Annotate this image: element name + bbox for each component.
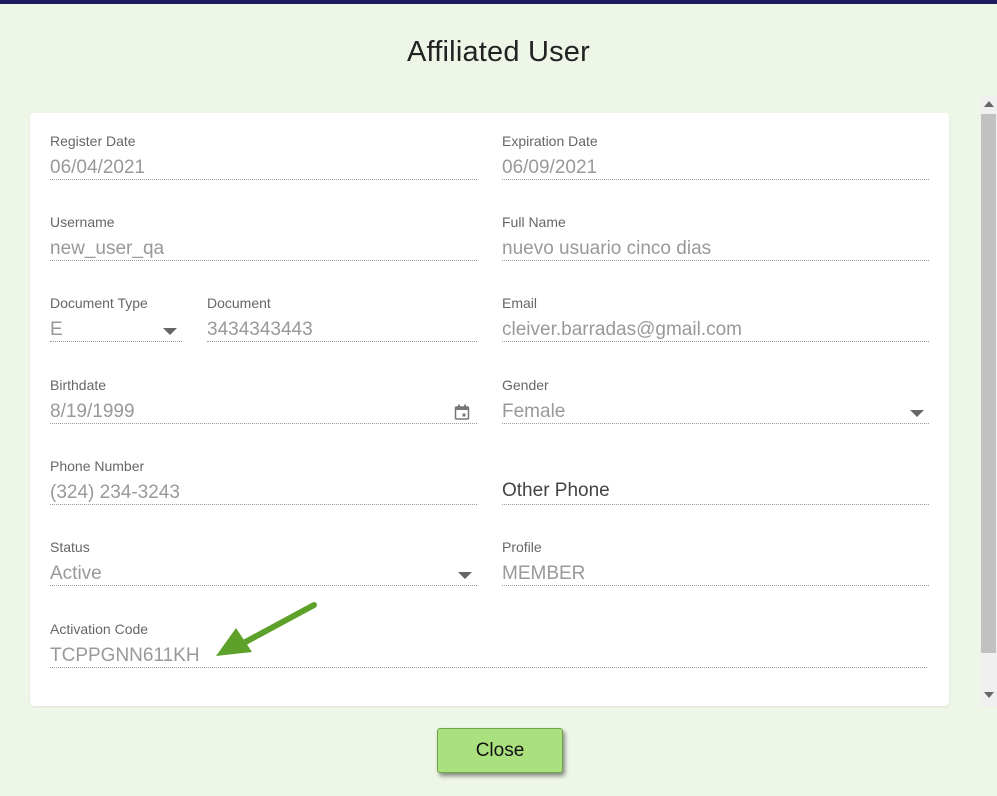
status-value: Active	[50, 563, 102, 584]
chevron-down-icon[interactable]	[910, 410, 924, 417]
scrollbar-thumb[interactable]	[981, 114, 996, 653]
username-label: Username	[50, 214, 115, 230]
calendar-icon[interactable]	[454, 404, 470, 420]
profile-value: MEMBER	[502, 563, 586, 584]
gender-label: Gender	[502, 377, 549, 393]
field-underline	[502, 585, 929, 586]
username-value: new_user_qa	[50, 238, 165, 259]
field-underline	[50, 667, 927, 668]
document-label: Document	[207, 295, 271, 311]
email-label: Email	[502, 295, 538, 311]
scroll-down-icon[interactable]	[984, 692, 994, 698]
full-name-label: Full Name	[502, 214, 566, 230]
scroll-up-icon[interactable]	[984, 101, 994, 107]
full-name-field[interactable]: Full Name nuevo usuario cinco dias	[502, 214, 929, 264]
phone-number-value: (324) 234-3243	[50, 482, 180, 503]
field-underline	[502, 341, 929, 342]
dialog-title: Affiliated User	[407, 36, 590, 68]
field-underline	[502, 179, 929, 180]
status-select[interactable]: Status Active	[50, 539, 477, 589]
email-value: cleiver.barradas@gmail.com	[502, 319, 742, 340]
field-underline	[502, 504, 929, 505]
full-name-value: nuevo usuario cinco dias	[502, 238, 712, 259]
chevron-down-icon[interactable]	[163, 328, 177, 335]
field-underline	[50, 423, 477, 424]
profile-field[interactable]: Profile MEMBER	[502, 539, 929, 589]
field-underline	[50, 179, 477, 180]
top-bar	[0, 0, 997, 4]
birthdate-field[interactable]: Birthdate 8/19/1999	[50, 377, 477, 427]
expiration-date-field[interactable]: Expiration Date 06/09/2021	[502, 133, 929, 183]
chevron-down-icon[interactable]	[458, 572, 472, 579]
field-underline	[50, 341, 182, 342]
document-type-select[interactable]: Document Type E	[50, 295, 182, 345]
field-underline	[50, 504, 477, 505]
user-details-card: Register Date 06/04/2021 Expiration Date…	[30, 113, 949, 706]
field-underline	[207, 341, 477, 342]
close-button[interactable]: Close	[437, 728, 563, 773]
birthdate-value: 8/19/1999	[50, 401, 135, 422]
birthdate-label: Birthdate	[50, 377, 107, 393]
status-label: Status	[50, 539, 90, 555]
document-type-value: E	[50, 319, 63, 340]
email-field[interactable]: Email cleiver.barradas@gmail.com	[502, 295, 929, 345]
document-field[interactable]: Document 3434343443	[207, 295, 477, 345]
field-underline	[502, 423, 929, 424]
phone-number-field[interactable]: Phone Number (324) 234-3243	[50, 458, 477, 508]
field-underline	[50, 260, 477, 261]
field-underline	[502, 260, 929, 261]
phone-number-label: Phone Number	[50, 458, 145, 474]
register-date-label: Register Date	[50, 133, 136, 149]
vertical-scrollbar[interactable]	[980, 96, 997, 706]
green-arrow-annotation-icon	[216, 602, 317, 656]
register-date-value: 06/04/2021	[50, 157, 146, 178]
register-date-field[interactable]: Register Date 06/04/2021	[50, 133, 477, 183]
gender-value: Female	[502, 401, 566, 422]
document-value: 3434343443	[207, 319, 313, 340]
document-type-label: Document Type	[50, 295, 148, 311]
username-field[interactable]: Username new_user_qa	[50, 214, 477, 264]
field-underline	[50, 585, 477, 586]
activation-code-label: Activation Code	[50, 621, 149, 637]
activation-code-value: TCPPGNN611KH	[50, 645, 200, 666]
other-phone-placeholder: Other Phone	[502, 480, 610, 501]
gender-select[interactable]: Gender Female	[502, 377, 929, 427]
expiration-date-value: 06/09/2021	[502, 157, 598, 178]
activation-code-field[interactable]: Activation Code TCPPGNN611KH	[50, 621, 927, 671]
other-phone-field[interactable]: Other Phone	[502, 458, 929, 508]
expiration-date-label: Expiration Date	[502, 133, 598, 149]
profile-label: Profile	[502, 539, 542, 555]
